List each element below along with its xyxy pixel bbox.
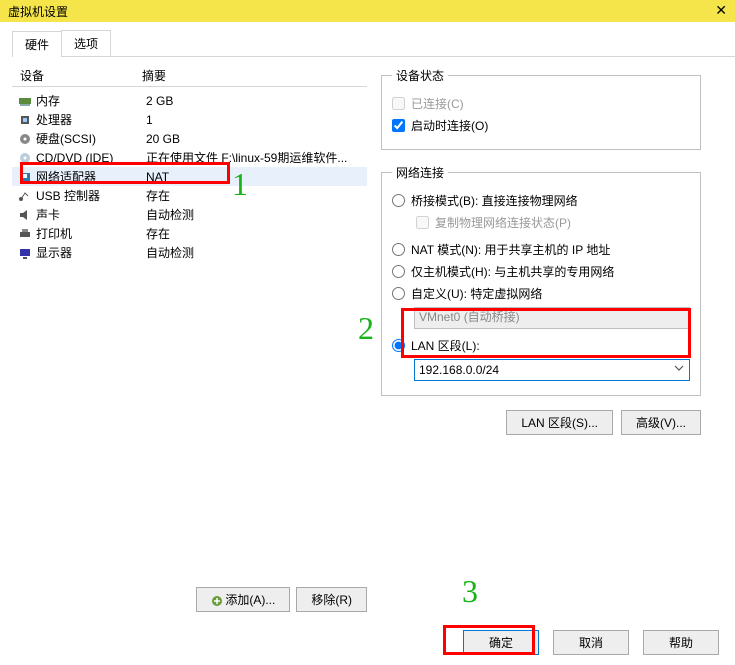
disk-icon bbox=[18, 132, 32, 146]
radio-nat[interactable] bbox=[392, 243, 405, 256]
device-row-nic[interactable]: 网络适配器NAT bbox=[12, 167, 367, 186]
network-connection-group: 网络连接 桥接模式(B): 直接连接物理网络 复制物理网络连接状态(P) NAT… bbox=[381, 164, 701, 396]
radio-custom[interactable] bbox=[392, 287, 405, 300]
tabs: 硬件 选项 bbox=[12, 30, 735, 57]
footer-buttons: 确定 取消 帮助 bbox=[463, 630, 719, 655]
radio-bridged[interactable] bbox=[392, 194, 405, 207]
nic-icon bbox=[18, 170, 32, 184]
cpu-icon bbox=[18, 113, 32, 127]
custom-label: 自定义(U): 特定虚拟网络 bbox=[411, 285, 542, 302]
add-button[interactable]: 添加(A)... bbox=[196, 587, 290, 612]
device-name: 处理器 bbox=[36, 111, 146, 128]
device-row-sound[interactable]: 声卡自动检测 bbox=[12, 205, 367, 224]
replicate-row: 复制物理网络连接状态(P) bbox=[416, 214, 690, 231]
device-status-legend: 设备状态 bbox=[392, 67, 448, 84]
device-name: 显示器 bbox=[36, 244, 146, 261]
device-pane: 设备 摘要 内存2 GB处理器1硬盘(SCSI)20 GBCD/DVD (IDE… bbox=[12, 67, 367, 612]
device-row-cpu[interactable]: 处理器1 bbox=[12, 110, 367, 129]
chevron-down-icon[interactable] bbox=[674, 363, 684, 373]
device-summary: 20 GB bbox=[146, 132, 367, 146]
device-row-display[interactable]: 显示器自动检测 bbox=[12, 243, 367, 262]
display-icon bbox=[18, 246, 32, 260]
nat-label: NAT 模式(N): 用于共享主机的 IP 地址 bbox=[411, 241, 610, 258]
close-icon[interactable]: ✕ bbox=[715, 2, 727, 19]
add-label: 添加(A)... bbox=[225, 593, 275, 607]
radio-nat-row[interactable]: NAT 模式(N): 用于共享主机的 IP 地址 bbox=[392, 241, 690, 258]
device-name: 硬盘(SCSI) bbox=[36, 130, 146, 147]
cd-icon bbox=[18, 151, 32, 165]
device-status-group: 设备状态 已连接(C) 启动时连接(O) bbox=[381, 67, 701, 150]
device-summary: 正在使用文件 F:\linux-59期运维软件... bbox=[146, 149, 367, 166]
radio-lan[interactable] bbox=[392, 339, 405, 352]
device-name: 内存 bbox=[36, 92, 146, 109]
radio-hostonly[interactable] bbox=[392, 265, 405, 278]
device-row-usb[interactable]: USB 控制器存在 bbox=[12, 186, 367, 205]
lan-segments-button[interactable]: LAN 区段(S)... bbox=[506, 410, 613, 435]
device-summary: 存在 bbox=[146, 225, 367, 242]
ok-button[interactable]: 确定 bbox=[463, 630, 539, 655]
device-name: 声卡 bbox=[36, 206, 146, 223]
device-row-printer[interactable]: 打印机存在 bbox=[12, 224, 367, 243]
lan-segment-select[interactable] bbox=[414, 359, 690, 381]
header-device: 设备 bbox=[12, 67, 142, 84]
usb-icon bbox=[18, 189, 32, 203]
radio-hostonly-row[interactable]: 仅主机模式(H): 与主机共享的专用网络 bbox=[392, 263, 690, 280]
radio-custom-row[interactable]: 自定义(U): 特定虚拟网络 bbox=[392, 285, 690, 302]
connected-checkbox bbox=[392, 97, 405, 110]
vmnet-select: VMnet0 (自动桥接) bbox=[414, 307, 690, 329]
poweron-label: 启动时连接(O) bbox=[411, 117, 488, 134]
connected-checkbox-row: 已连接(C) bbox=[392, 95, 690, 112]
settings-pane: 设备状态 已连接(C) 启动时连接(O) 网络连接 桥接模式(B): 直接连接物… bbox=[381, 67, 701, 612]
device-name: 网络适配器 bbox=[36, 168, 146, 185]
device-summary: 自动检测 bbox=[146, 206, 367, 223]
device-name: CD/DVD (IDE) bbox=[36, 151, 146, 165]
device-summary: 2 GB bbox=[146, 94, 367, 108]
device-summary: NAT bbox=[146, 170, 367, 184]
remove-button[interactable]: 移除(R) bbox=[296, 587, 367, 612]
window-title: 虚拟机设置 bbox=[8, 3, 68, 20]
device-list[interactable]: 内存2 GB处理器1硬盘(SCSI)20 GBCD/DVD (IDE)正在使用文… bbox=[12, 91, 367, 581]
cancel-button[interactable]: 取消 bbox=[553, 630, 629, 655]
radio-lan-row[interactable]: LAN 区段(L): bbox=[392, 337, 690, 354]
replicate-checkbox bbox=[416, 216, 429, 229]
lan-label: LAN 区段(L): bbox=[411, 337, 480, 354]
device-row-disk[interactable]: 硬盘(SCSI)20 GB bbox=[12, 129, 367, 148]
poweron-checkbox-row[interactable]: 启动时连接(O) bbox=[392, 117, 690, 134]
tab-options[interactable]: 选项 bbox=[61, 30, 111, 56]
title-bar: 虚拟机设置 ✕ bbox=[0, 0, 735, 22]
radio-bridged-row[interactable]: 桥接模式(B): 直接连接物理网络 bbox=[392, 192, 690, 209]
header-summary: 摘要 bbox=[142, 67, 367, 84]
poweron-checkbox[interactable] bbox=[392, 119, 405, 132]
network-legend: 网络连接 bbox=[392, 164, 448, 181]
printer-icon bbox=[18, 227, 32, 241]
bridged-label: 桥接模式(B): 直接连接物理网络 bbox=[411, 192, 578, 209]
device-row-memory[interactable]: 内存2 GB bbox=[12, 91, 367, 110]
device-summary: 1 bbox=[146, 113, 367, 127]
memory-icon bbox=[18, 94, 32, 108]
hostonly-label: 仅主机模式(H): 与主机共享的专用网络 bbox=[411, 263, 614, 280]
connected-label: 已连接(C) bbox=[411, 95, 464, 112]
device-name: USB 控制器 bbox=[36, 187, 146, 204]
device-name: 打印机 bbox=[36, 225, 146, 242]
help-button[interactable]: 帮助 bbox=[643, 630, 719, 655]
advanced-button[interactable]: 高级(V)... bbox=[621, 410, 701, 435]
replicate-label: 复制物理网络连接状态(P) bbox=[435, 214, 571, 231]
tab-hardware[interactable]: 硬件 bbox=[12, 31, 62, 57]
device-summary: 自动检测 bbox=[146, 244, 367, 261]
device-row-cd[interactable]: CD/DVD (IDE)正在使用文件 F:\linux-59期运维软件... bbox=[12, 148, 367, 167]
sound-icon bbox=[18, 208, 32, 222]
device-summary: 存在 bbox=[146, 187, 367, 204]
add-icon bbox=[211, 595, 223, 607]
